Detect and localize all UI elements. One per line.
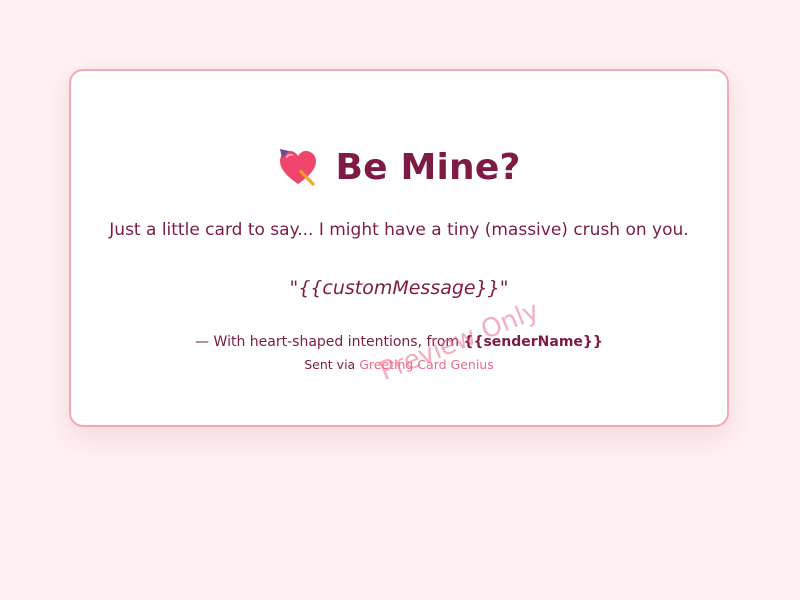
custom-message: "{{customMessage}}" — [289, 277, 509, 299]
heart-with-arrow-icon — [280, 149, 317, 186]
sent-via-prefix: Sent via — [304, 357, 360, 372]
card-title: Be Mine? — [335, 146, 521, 188]
card-header: Be Mine? — [71, 145, 727, 189]
greeting-card-genius-link[interactable]: Greeting Card Genius — [359, 357, 494, 372]
card-tagline: Just a little card to say... I might hav… — [109, 220, 689, 240]
signature-prefix: — With heart-shaped intentions, from — [195, 334, 464, 350]
sender-name: {{senderName}} — [463, 334, 603, 350]
page: Be Mine? Just a little card to say... I … — [0, 0, 800, 600]
signature-line: — With heart-shaped intentions, from {{s… — [71, 334, 727, 350]
greeting-card: Be Mine? Just a little card to say... I … — [69, 69, 729, 427]
sent-via-line: Sent via Greeting Card Genius — [71, 357, 727, 372]
